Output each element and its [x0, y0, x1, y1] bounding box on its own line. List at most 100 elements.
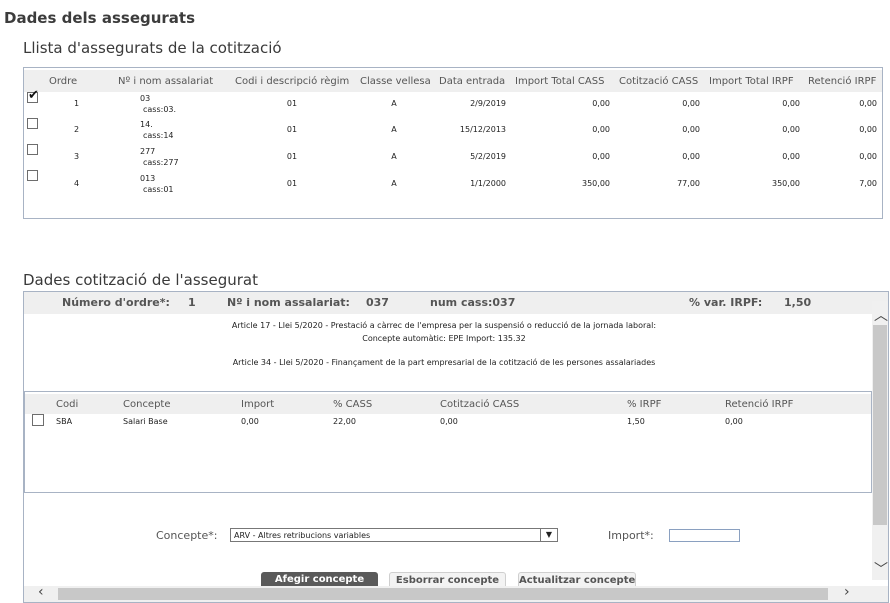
column-header-regime[interactable]: Codi i descripció règim: [235, 76, 349, 87]
column-header-irpf-retention[interactable]: Retenció IRPF: [725, 399, 793, 410]
cell-total-cass: 0,00: [592, 152, 610, 161]
cell-cass-number: cass:14: [143, 131, 174, 140]
table-row[interactable]: 3 277 cass:277 01 A 5/2/2019 0,00 0,00 0…: [24, 144, 882, 170]
irpf-variation-label: % var. IRPF:: [689, 296, 763, 309]
cell-irpf-retention: 0,00: [859, 125, 877, 134]
order-value: 1: [188, 296, 196, 309]
horizontal-scrollbar[interactable]: ‹ ›: [24, 584, 888, 602]
cell-employee-number: 013: [140, 174, 156, 183]
cell-class: A: [391, 179, 397, 188]
column-header-code[interactable]: Codi: [56, 399, 78, 410]
cell-regime: 01: [286, 125, 298, 134]
cell-entry-date: 1/1/2000: [470, 179, 506, 188]
vertical-scrollbar-thumb[interactable]: [873, 325, 887, 525]
cell-entry-date: 5/2/2019: [470, 152, 506, 161]
cell-ordre: 2: [74, 125, 80, 134]
article-17-note: Article 17 - Llei 5/2020 - Prestació a c…: [231, 321, 657, 330]
horizontal-scrollbar-thumb[interactable]: [58, 588, 828, 600]
employee-label: Nº i nom assalariat:: [227, 296, 350, 309]
cell-irpf-retention: 0,00: [859, 152, 877, 161]
column-header-ordre[interactable]: Ordre: [49, 76, 77, 87]
row-checkbox[interactable]: ✔: [27, 88, 39, 103]
cell-irpf-retention: 7,00: [859, 179, 877, 188]
cass-number-label: num cass:037: [430, 296, 516, 309]
page-title: Dades dels assegurats: [4, 9, 196, 27]
column-header-irpf-percent[interactable]: % IRPF: [627, 399, 661, 410]
row-checkbox[interactable]: [32, 414, 44, 426]
cell-total-cass: 0,00: [592, 125, 610, 134]
cell-employee-number: 14.: [140, 120, 153, 129]
column-header-total-cass[interactable]: Import Total CASS: [515, 76, 604, 87]
row-checkbox[interactable]: [27, 118, 38, 129]
column-header-cass-contribution[interactable]: Cotització CASS: [619, 76, 698, 87]
cell-concept: Salari Base: [123, 417, 168, 426]
cell-total-cass: 350,00: [582, 179, 610, 188]
insured-list-panel: Ordre Nº i nom assalariat Codi i descrip…: [23, 67, 883, 219]
cell-total-cass: 0,00: [592, 99, 610, 108]
employee-value: 037: [366, 296, 389, 309]
column-header-import[interactable]: Import: [241, 399, 274, 410]
insured-list-title: Llista d'assegurats de la cotització: [23, 39, 282, 57]
concept-table: Codi Concepte Import % CASS Cotització C…: [24, 391, 872, 493]
cell-cass-contribution: 0,00: [682, 125, 700, 134]
column-header-irpf-retention[interactable]: Retenció IRPF: [808, 76, 876, 87]
cell-code: SBA: [56, 417, 73, 426]
column-header-cass-percent[interactable]: % CASS: [333, 399, 372, 410]
column-header-total-irpf[interactable]: Import Total IRPF: [709, 76, 794, 87]
import-field-label: Import*:: [608, 529, 654, 542]
cell-class: A: [391, 152, 397, 161]
concept-field-label: Concepte*:: [156, 529, 218, 542]
cell-regime: 01: [286, 99, 298, 108]
cell-irpf-retention: 0,00: [859, 99, 877, 108]
cell-class: A: [391, 99, 397, 108]
table-row[interactable]: SBA Salari Base 0,00 22,00 0,00 1,50 0,0…: [25, 414, 871, 432]
column-header-concept[interactable]: Concepte: [123, 399, 171, 410]
cell-cass-number: cass:03.: [143, 105, 177, 114]
cell-irpf-retention: 0,00: [725, 417, 743, 426]
table-row[interactable]: ✔ 1 03 cass:03. 01 A 2/9/2019 0,00 0,00 …: [24, 88, 882, 118]
column-header-employee[interactable]: Nº i nom assalariat: [118, 76, 213, 87]
column-header-class[interactable]: Classe vellesa: [360, 76, 431, 87]
cell-total-irpf: 0,00: [782, 99, 800, 108]
cell-class: A: [391, 125, 397, 134]
cell-ordre: 4: [74, 179, 80, 188]
article-34-note: Article 34 - Llei 5/2020 - Finançament d…: [232, 358, 656, 367]
summary-bar: Número d'ordre*: 1 Nº i nom assalariat: …: [24, 292, 888, 314]
cell-total-irpf: 350,00: [772, 179, 800, 188]
cell-cass-number: cass:01: [143, 185, 174, 194]
table-row[interactable]: 4 013 cass:01 01 A 1/1/2000 350,00 77,00…: [24, 170, 882, 196]
scroll-left-icon[interactable]: ‹: [38, 584, 44, 600]
cell-import: 0,00: [241, 417, 259, 426]
row-checkbox[interactable]: [27, 170, 38, 181]
automatic-concept-note: Concepte automàtic: EPE Import: 135.32: [362, 334, 526, 343]
cell-entry-date: 15/12/2013: [459, 125, 506, 134]
column-header-cass-contribution[interactable]: Cotització CASS: [440, 399, 519, 410]
cell-cass-contribution: 77,00: [677, 179, 700, 188]
vertical-scrollbar[interactable]: ︿ ﹀: [872, 301, 888, 580]
cell-cass-contribution: 0,00: [682, 99, 700, 108]
import-input[interactable]: [669, 529, 740, 542]
table-row[interactable]: 2 14. cass:14 01 A 15/12/2013 0,00 0,00 …: [24, 118, 882, 144]
cell-total-irpf: 0,00: [782, 152, 800, 161]
cell-ordre: 3: [74, 152, 80, 161]
concept-table-header: Codi Concepte Import % CASS Cotització C…: [25, 394, 871, 414]
cell-cass-contribution: 0,00: [440, 417, 458, 426]
cell-cass-number: cass:277: [143, 158, 179, 167]
concept-select[interactable]: ARV - Altres retribucions variables ▼: [230, 528, 558, 542]
scroll-right-icon[interactable]: ›: [844, 584, 850, 600]
irpf-variation-value: 1,50: [784, 296, 812, 309]
concept-select-value: ARV - Altres retribucions variables: [234, 531, 371, 540]
cell-cass-percent: 22,00: [333, 417, 356, 426]
cell-irpf-percent: 1,50: [627, 417, 645, 426]
scroll-up-icon[interactable]: ︿: [874, 305, 888, 325]
insured-detail-panel: Número d'ordre*: 1 Nº i nom assalariat: …: [23, 291, 889, 603]
row-checkbox[interactable]: [27, 144, 38, 155]
column-header-entry-date[interactable]: Data entrada: [439, 76, 505, 87]
insured-list-header: Ordre Nº i nom assalariat Codi i descrip…: [24, 70, 882, 92]
scroll-down-icon[interactable]: ﹀: [874, 559, 888, 579]
chevron-down-icon[interactable]: ▼: [540, 529, 557, 541]
check-icon: ✔: [28, 88, 39, 103]
insured-data-title: Dades cotització de l'assegurat: [23, 271, 258, 289]
order-label: Número d'ordre*:: [62, 296, 170, 309]
cell-regime: 01: [286, 152, 298, 161]
